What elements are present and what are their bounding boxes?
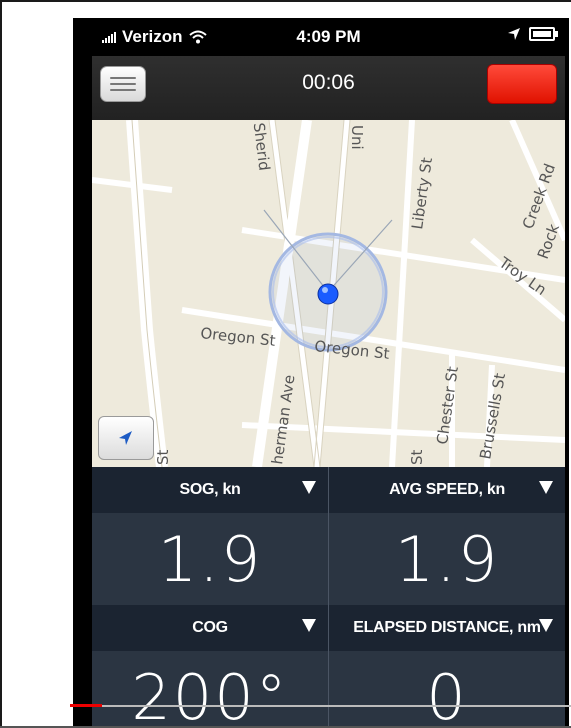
stat-header-sog[interactable]: SOG, kn xyxy=(92,467,328,513)
stats-panel: SOG, kn 1.9 AVG SPEED, kn 1.9 COG 200° E… xyxy=(92,467,565,728)
street-label: St xyxy=(154,449,172,465)
status-time: 4:09 PM xyxy=(296,27,361,46)
street-label: St xyxy=(408,449,426,465)
video-progress-track[interactable] xyxy=(70,705,571,707)
stat-label: SOG, kn xyxy=(179,481,241,498)
caret-down-icon xyxy=(302,619,316,632)
frame-border-top xyxy=(0,0,571,2)
nav-bar: 00:06 xyxy=(92,56,565,121)
stat-label: ELAPSED DISTANCE, nm xyxy=(353,619,541,636)
caret-down-icon xyxy=(302,481,316,494)
status-right xyxy=(507,27,558,41)
location-arrow-icon xyxy=(508,28,520,40)
stat-value: 1.9 xyxy=(157,522,263,596)
map-view[interactable]: Oregon St Oregon St herman Ave Sherid Un… xyxy=(92,120,565,467)
stat-cell-avg-speed: AVG SPEED, kn 1.9 xyxy=(329,467,565,605)
phone-bezel-left xyxy=(73,18,93,728)
stop-button[interactable] xyxy=(487,64,557,104)
highway-road xyxy=(126,120,168,467)
map-canvas: Oregon St Oregon St herman Ave Sherid Un… xyxy=(92,120,565,467)
caret-down-icon xyxy=(539,481,553,494)
caret-down-icon xyxy=(539,619,553,632)
location-dot xyxy=(317,283,339,305)
locate-button[interactable] xyxy=(98,416,154,460)
street-label: Liberty St xyxy=(408,156,436,230)
stat-cell-cog: COG 200° xyxy=(92,605,328,728)
video-progress-fill xyxy=(70,704,102,707)
street-label: Brussells St xyxy=(476,372,509,461)
locate-icon xyxy=(119,431,132,445)
phone-screen: Verizon 4:09 PM 00:06 Oregon St Oregon S… xyxy=(92,18,565,728)
stat-label: COG xyxy=(192,619,228,636)
battery-icon xyxy=(529,27,558,41)
stat-value: 1.9 xyxy=(394,522,500,596)
stat-header-elapsed-distance[interactable]: ELAPSED DISTANCE, nm xyxy=(329,605,565,651)
street-label: Uni xyxy=(348,125,366,150)
street-label: Oregon St xyxy=(200,324,277,350)
stat-label: AVG SPEED, kn xyxy=(389,481,505,498)
street-label: Rock xyxy=(534,221,563,261)
stat-value: 0 xyxy=(426,660,468,728)
stat-header-avg-speed[interactable]: AVG SPEED, kn xyxy=(329,467,565,513)
stat-cell-sog: SOG, kn 1.9 xyxy=(92,467,328,605)
stat-header-cog[interactable]: COG xyxy=(92,605,328,651)
status-bar: Verizon 4:09 PM xyxy=(92,18,565,56)
street-label: Creek Rd xyxy=(519,161,559,231)
stat-cell-elapsed-distance: ELAPSED DISTANCE, nm 0 xyxy=(329,605,565,728)
frame-border xyxy=(0,0,2,728)
stat-value: 200° xyxy=(131,660,289,728)
